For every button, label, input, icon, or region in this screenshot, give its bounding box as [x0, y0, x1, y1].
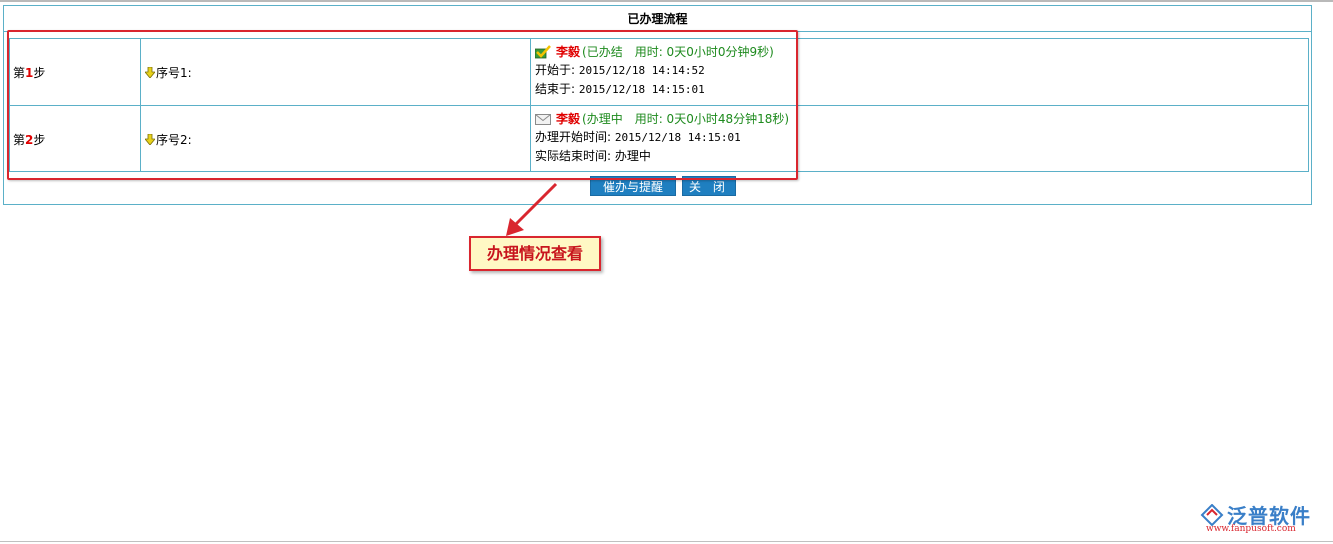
- annotation-callout: 办理情况查看: [469, 236, 601, 271]
- logo-icon: [1200, 504, 1224, 526]
- brand-logo: 泛普软件 www.fanpusoft.com: [1200, 502, 1325, 536]
- top-border: [0, 0, 1333, 2]
- logo-url-text: www.fanpusoft.com: [1206, 524, 1296, 534]
- panel-title: 已办理流程: [4, 6, 1311, 32]
- annotation-arrow-icon: [506, 182, 558, 236]
- annotation-highlight-box: [7, 30, 798, 180]
- bottom-border: [0, 541, 1333, 542]
